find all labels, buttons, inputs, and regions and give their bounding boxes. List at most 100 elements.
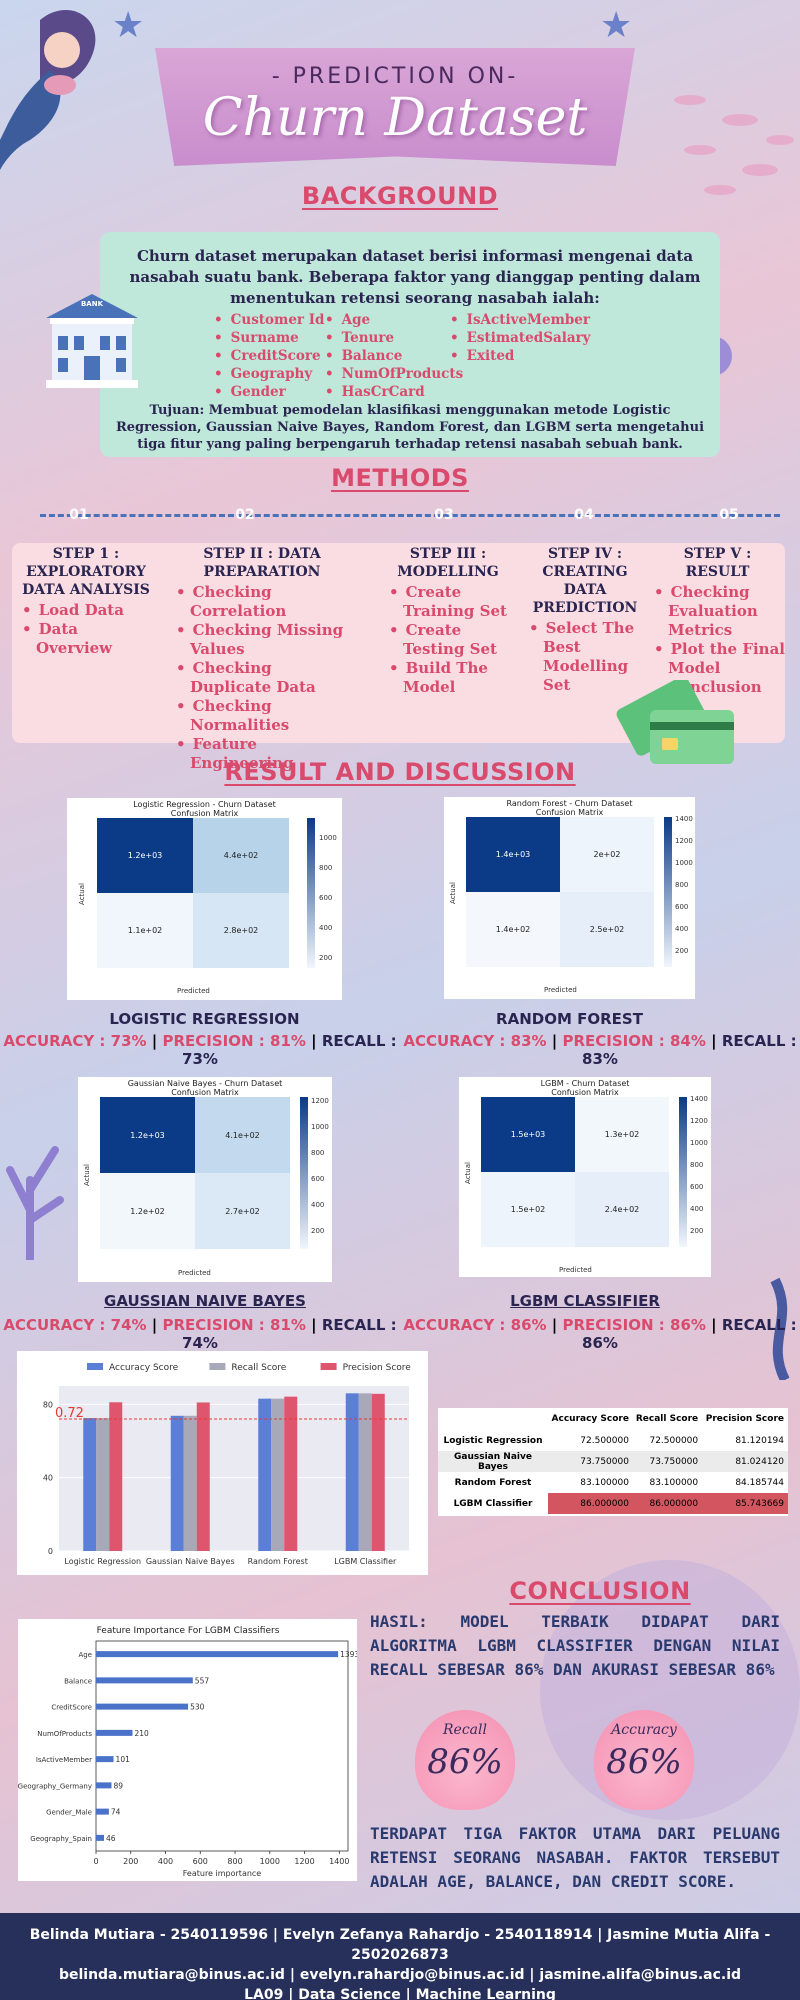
feature-item: EstimatedSalary [450, 329, 591, 347]
step-number-text: 02 [235, 507, 255, 523]
bank-icon: BANK [42, 292, 142, 392]
chart-subtitle: Confusion Matrix [171, 1088, 239, 1097]
colorbar-tick: 400 [690, 1205, 704, 1213]
y-tick-label: Age [78, 1651, 92, 1659]
colorbar-tick: 1400 [675, 815, 693, 823]
step-item: Checking Correlation [172, 583, 352, 621]
table-row: Gaussian Naive Bayes 73.750000 73.750000… [438, 1451, 788, 1472]
colorbar-tick: 1000 [311, 1123, 329, 1131]
data-label: 101 [116, 1755, 131, 1764]
feature-list-1: Customer Id Surname CreditScore Geograph… [214, 311, 325, 401]
metrics-gaussian: ACCURACY : 74% | PRECISION : 81% | RECAL… [3, 1316, 397, 1352]
table-header [438, 1408, 548, 1430]
table-cell: 81.024120 [735, 1456, 784, 1467]
bar [271, 1398, 285, 1551]
recall-badge-value: 86% [427, 1742, 503, 1782]
y-tick-label: Balance [64, 1677, 92, 1685]
bar [96, 1651, 339, 1658]
step-item: Create Training Set [385, 583, 511, 621]
chart-title: Random Forest - Churn Dataset [506, 799, 633, 808]
table-cell: 72.500000 [649, 1435, 699, 1446]
legend-label: Recall Score [231, 1363, 286, 1373]
step-number-5: 05 [714, 499, 744, 531]
chart-title: Feature Importance For LGBM Classifiers [97, 1626, 280, 1636]
table-cell: LGBM Classifier [453, 1498, 533, 1509]
table-cell: 83.100000 [649, 1477, 699, 1488]
cm-cell: 1.2e+03 [100, 1097, 195, 1173]
footer-authors: Belinda Mutiara - 2540119596 | Evelyn Ze… [29, 1927, 771, 1963]
data-label: 530 [190, 1703, 205, 1712]
step-item: Checking Missing Values [172, 621, 352, 659]
x-tick-label: 400 [158, 1857, 173, 1866]
colorbar-tick: 1000 [319, 834, 337, 842]
cm-cell: 2.7e+02 [195, 1173, 290, 1249]
table-row: Random Forest 83.100000 83.100000 84.185… [438, 1472, 788, 1493]
bar [183, 1415, 197, 1551]
coral-illustration [0, 1090, 80, 1264]
cm-cell: 4.4e+02 [193, 818, 289, 893]
step-item: Checking Duplicate Data [172, 659, 352, 697]
feature-importance-svg: Feature Importance For LGBM Classifiers 0… [18, 1626, 360, 1878]
legend-swatch [320, 1363, 337, 1370]
step-title: STEP III : MODELLING [397, 546, 499, 580]
step-number-3: 03 [429, 499, 459, 531]
axis-label-predicted: Predicted [177, 987, 210, 995]
y-tick-label: 40 [43, 1474, 53, 1483]
metrics-logistic: ACCURACY : 73% | PRECISION : 81% | RECAL… [3, 1032, 397, 1068]
accuracy-value: ACCURACY : 74% [3, 1316, 147, 1334]
accuracy-value: ACCURACY : 86% [403, 1316, 547, 1334]
cm-cell: 1.4e+03 [466, 817, 560, 892]
feature-item: Gender [214, 383, 324, 401]
precision-value: PRECISION : 86% [562, 1316, 706, 1334]
feature-item: Age [325, 311, 463, 329]
step-item: Load Data [18, 601, 154, 620]
chart-title: Logistic Regression - Churn Dataset [133, 800, 276, 809]
x-tick-label: 1000 [260, 1857, 280, 1866]
colorbar-tick: 200 [690, 1227, 704, 1235]
y-tick-label: CreditScore [51, 1704, 92, 1712]
feature-item: Tenure [325, 329, 463, 347]
table-cell: 73.750000 [649, 1456, 699, 1467]
colorbar-tick: 400 [311, 1201, 325, 1209]
x-axis-label: Feature importance [183, 1869, 262, 1878]
colorbar-tick: 800 [690, 1161, 704, 1169]
confusion-matrix-logistic: Logistic Regression - Churn Dataset Conf… [67, 798, 342, 1000]
step-title: STEP II : DATA PREPARATION [203, 546, 321, 580]
y-tick-label: 0 [48, 1547, 53, 1556]
cm-cell: 2.5e+02 [560, 892, 654, 967]
colorbar-tick: 800 [319, 864, 333, 872]
table-cell: Gaussian Naive Bayes [454, 1451, 532, 1472]
cm-cell: 1.5e+03 [481, 1097, 575, 1172]
feature-list-2: Age Tenure Balance NumOfProducts HasCrCa… [325, 311, 464, 401]
score-table: Accuracy Score Recall Score Precision Sc… [438, 1408, 788, 1516]
colorbar-tick: 1200 [690, 1117, 708, 1125]
axis-label-actual: Actual [82, 1164, 91, 1186]
feature-item: Surname [214, 329, 324, 347]
cm-cell: 1.1e+02 [97, 893, 193, 968]
table-cell: 83.100000 [580, 1477, 629, 1488]
y-tick-label: NumOfProducts [37, 1730, 92, 1738]
legend-swatch [209, 1363, 226, 1370]
step-number-1: 01 [64, 499, 94, 531]
legend-label: Precision Score [343, 1363, 412, 1373]
background-intro: Churn dataset merupakan dataset berisi i… [129, 247, 701, 307]
axis-label-predicted: Predicted [178, 1269, 211, 1277]
feature-item: NumOfProducts [325, 365, 464, 383]
page-title: Churn Dataset [202, 88, 588, 148]
comparison-bar-chart: 0 40 80 Logistic Regression Gaussian Naive B… [17, 1351, 428, 1575]
cm-cell: 1.5e+02 [481, 1172, 575, 1247]
colorbar-tick: 800 [311, 1149, 325, 1157]
table-cell: 73.750000 [580, 1456, 629, 1467]
colorbar-tick: 1200 [311, 1097, 329, 1105]
bar [109, 1402, 123, 1551]
axis-label-actual: Actual [448, 882, 457, 904]
step-title: STEP 1 : EXPLORATORY DATA ANALYSIS [22, 546, 150, 598]
step-item: Data Overview [18, 620, 154, 658]
colorbar-tick: 600 [675, 903, 689, 911]
cm-cell: 2.4e+02 [575, 1172, 669, 1247]
x-tick-label: 200 [123, 1857, 138, 1866]
bar [284, 1396, 298, 1551]
score-table-grid: Accuracy Score Recall Score Precision Sc… [438, 1408, 788, 1514]
timeline-line [40, 514, 780, 517]
conclusion-result: HASIL: MODEL TERBAIK DIDAPAT DARI ALGORI… [370, 1612, 780, 1679]
